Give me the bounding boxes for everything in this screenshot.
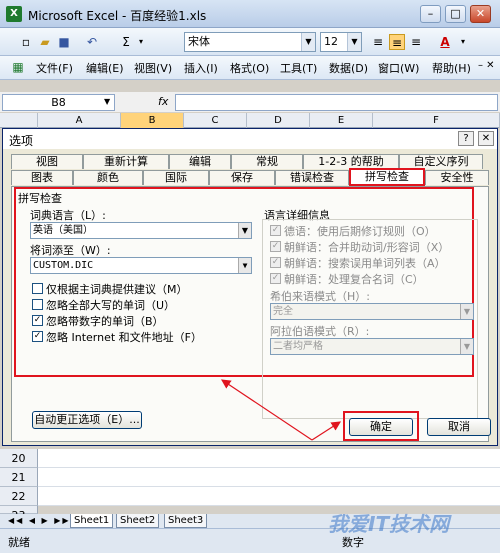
row-header[interactable]: 23: [0, 506, 38, 522]
sheet-tab[interactable]: Sheet3: [164, 514, 208, 528]
status-ready: 就绪: [8, 536, 30, 549]
arrow-to-ok: [311, 421, 342, 441]
arrow-to-panel: [221, 379, 313, 441]
sheet-nav-icon[interactable]: ◀◀ ◀ ▶ ▶▶: [8, 514, 71, 528]
table-row[interactable]: [38, 449, 500, 468]
row-header[interactable]: 20: [0, 449, 38, 468]
table-row[interactable]: [38, 468, 500, 487]
sheet-tab[interactable]: Sheet2: [116, 514, 160, 528]
row-header[interactable]: 21: [0, 468, 38, 487]
watermark: 我爱IT技术网: [328, 512, 450, 536]
sheet-tab[interactable]: Sheet1: [70, 514, 114, 528]
table-row[interactable]: [38, 487, 500, 506]
row-header[interactable]: 22: [0, 487, 38, 506]
